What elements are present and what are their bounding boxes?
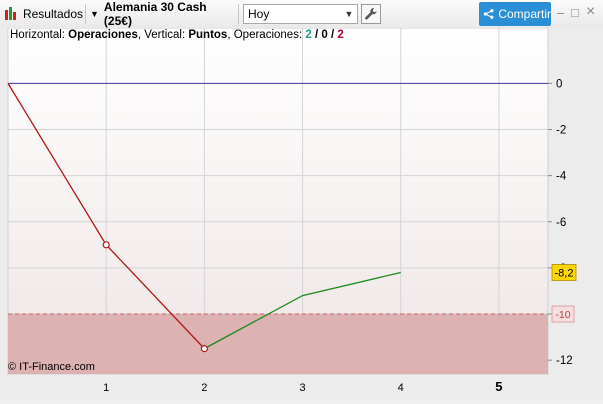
results-chart: 0-2-4-6-8-10-12 12345 -8,2-10: [0, 27, 603, 401]
x-tick-label: 2: [201, 382, 207, 394]
wrench-icon: [365, 8, 377, 20]
instrument-label: Alemania 30 Cash (25€): [103, 0, 207, 28]
candlestick-chart-icon: [5, 6, 19, 22]
x-tick-label: 1: [103, 382, 109, 394]
chart-svg: 0-2-4-6-8-10-12 12345 -8,2-10: [0, 27, 603, 401]
share-icon: [483, 9, 494, 19]
period-value: Hoy: [248, 7, 270, 21]
y-tick-label: -2: [556, 124, 566, 136]
legend-vertical-label: , Vertical:: [137, 29, 186, 41]
trade-marker: [102, 241, 110, 249]
x-tick-label: 5: [495, 379, 502, 394]
x-tick-label: 3: [299, 382, 305, 394]
threshold-label: -10: [555, 309, 570, 321]
legend-horizontal-value: Operaciones: [68, 29, 138, 41]
copyright-text: © IT-Finance.com: [8, 361, 95, 373]
legend-horizontal-label: Horizontal:: [10, 29, 65, 41]
toolbar-separator: [85, 4, 86, 24]
toolbar-separator: [238, 4, 239, 24]
y-tick-label: -4: [556, 171, 567, 183]
minimize-icon[interactable]: –: [557, 5, 564, 20]
dropdown-arrow-icon: ▼: [90, 9, 99, 19]
close-icon[interactable]: ×: [586, 3, 595, 21]
chevron-down-icon: ▼: [344, 9, 354, 19]
legend-operations-label: , Operaciones:: [227, 29, 303, 41]
period-select[interactable]: Hoy ▼: [243, 4, 358, 24]
legend-vertical-value: Puntos: [188, 29, 228, 41]
y-tick-label: -12: [556, 355, 573, 367]
results-button[interactable]: Resultados: [3, 3, 83, 25]
current-value-label: -8,2: [555, 268, 574, 280]
x-tick-label: 4: [398, 382, 404, 394]
chart-legend: Horizontal: Operaciones, Vertical: Punto…: [10, 29, 344, 41]
results-label: Resultados: [22, 7, 83, 21]
y-tick-label: -6: [556, 217, 566, 229]
trade-marker: [200, 345, 208, 353]
instrument-selector[interactable]: ▼ Alemania 30 Cash (25€): [90, 0, 232, 28]
y-tick-label: 0: [556, 78, 562, 90]
settings-button[interactable]: [361, 4, 381, 24]
ops-separator: /: [311, 29, 322, 41]
ops-negative-count: 2: [337, 29, 344, 41]
share-button[interactable]: Compartir: [479, 2, 551, 26]
share-label: Compartir: [498, 7, 551, 21]
toolbar: Resultados ▼ Alemania 30 Cash (25€) Hoy …: [0, 0, 603, 29]
ops-separator: /: [327, 29, 338, 41]
maximize-icon[interactable]: □: [571, 5, 579, 20]
